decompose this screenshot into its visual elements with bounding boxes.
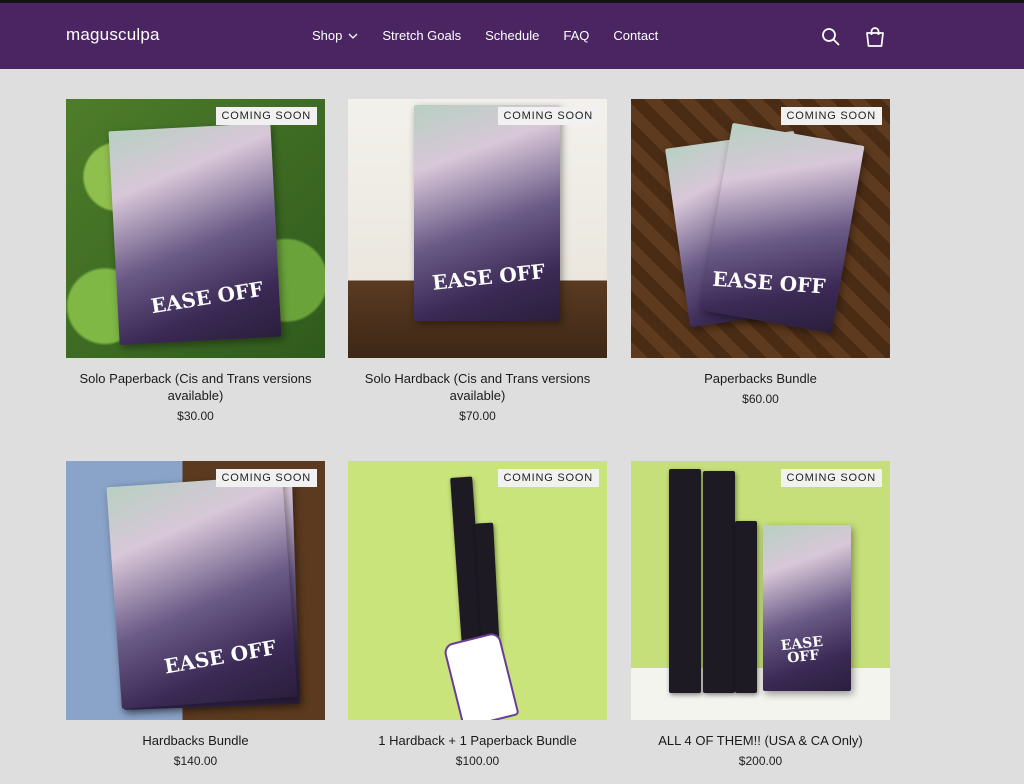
product-title[interactable]: Paperbacks Bundle — [631, 370, 890, 387]
hand-illustration — [442, 631, 520, 720]
brand-logo[interactable]: magusculpa — [66, 25, 160, 45]
product-card[interactable]: EASE OFF COMING SOON Solo Hardback (Cis … — [348, 99, 607, 423]
product-price: $140.00 — [173, 754, 218, 768]
status-badge: COMING SOON — [780, 107, 882, 125]
nav-item-schedule[interactable]: Schedule — [485, 28, 539, 43]
product-title[interactable]: 1 Hardback + 1 Paperback Bundle — [348, 732, 607, 749]
product-price: $60.00 — [742, 392, 779, 406]
product-card[interactable]: COMING SOON 1 Hardback + 1 Paperback Bun… — [348, 461, 607, 768]
product-price: $100.00 — [455, 754, 500, 768]
product-price: $30.00 — [177, 409, 214, 423]
product-image[interactable]: EASE OFF COMING SOON — [66, 99, 325, 358]
product-price: $200.00 — [738, 754, 783, 768]
book-spine — [735, 521, 757, 693]
book-cover: EASE OFF — [106, 475, 298, 709]
site-header: magusculpa Shop Stretch Goals Schedule F… — [0, 3, 1024, 69]
shopping-bag-icon[interactable] — [864, 26, 886, 48]
book-spine — [669, 469, 701, 693]
product-card[interactable]: EASE OFF COMING SOON Solo Paperback (Cis… — [66, 99, 325, 423]
search-icon[interactable] — [820, 26, 842, 48]
book-spine — [703, 471, 735, 693]
product-image[interactable]: EASE OFF COMING SOON — [66, 461, 325, 720]
status-badge: COMING SOON — [215, 107, 317, 125]
nav-item-stretch-goals[interactable]: Stretch Goals — [382, 28, 461, 43]
chevron-down-icon — [348, 33, 358, 39]
product-title[interactable]: Solo Paperback (Cis and Trans versions a… — [66, 370, 325, 404]
nav-item-faq[interactable]: FAQ — [563, 28, 589, 43]
nav-item-shop[interactable]: Shop — [312, 28, 358, 43]
product-card[interactable]: EASE OFF COMING SOON Paperbacks Bundle $… — [631, 99, 890, 406]
nav-item-contact[interactable]: Contact — [613, 28, 658, 43]
status-badge: COMING SOON — [497, 469, 599, 487]
book-cover: EASE OFF — [763, 525, 851, 691]
product-image[interactable]: EASE OFF COMING SOON — [631, 461, 890, 720]
product-title[interactable]: Solo Hardback (Cis and Trans versions av… — [348, 370, 607, 404]
product-card[interactable]: EASE OFF COMING SOON ALL 4 OF THEM!! (US… — [631, 461, 890, 768]
product-price: $70.00 — [459, 409, 496, 423]
product-image[interactable]: COMING SOON — [348, 461, 607, 720]
book-cover: EASE OFF — [108, 122, 282, 346]
product-card[interactable]: EASE OFF COMING SOON Hardbacks Bundle $1… — [66, 461, 325, 768]
main-nav: Shop Stretch Goals Schedule FAQ Contact — [312, 28, 682, 43]
product-image[interactable]: EASE OFF COMING SOON — [348, 99, 607, 358]
status-badge: COMING SOON — [215, 469, 317, 487]
product-image[interactable]: EASE OFF COMING SOON — [631, 99, 890, 358]
book-cover: EASE OFF — [414, 105, 560, 321]
product-title[interactable]: ALL 4 OF THEM!! (USA & CA Only) — [631, 732, 890, 749]
nav-item-label: Shop — [312, 28, 343, 43]
status-badge: COMING SOON — [497, 107, 599, 125]
status-badge: COMING SOON — [780, 469, 882, 487]
product-title[interactable]: Hardbacks Bundle — [66, 732, 325, 749]
